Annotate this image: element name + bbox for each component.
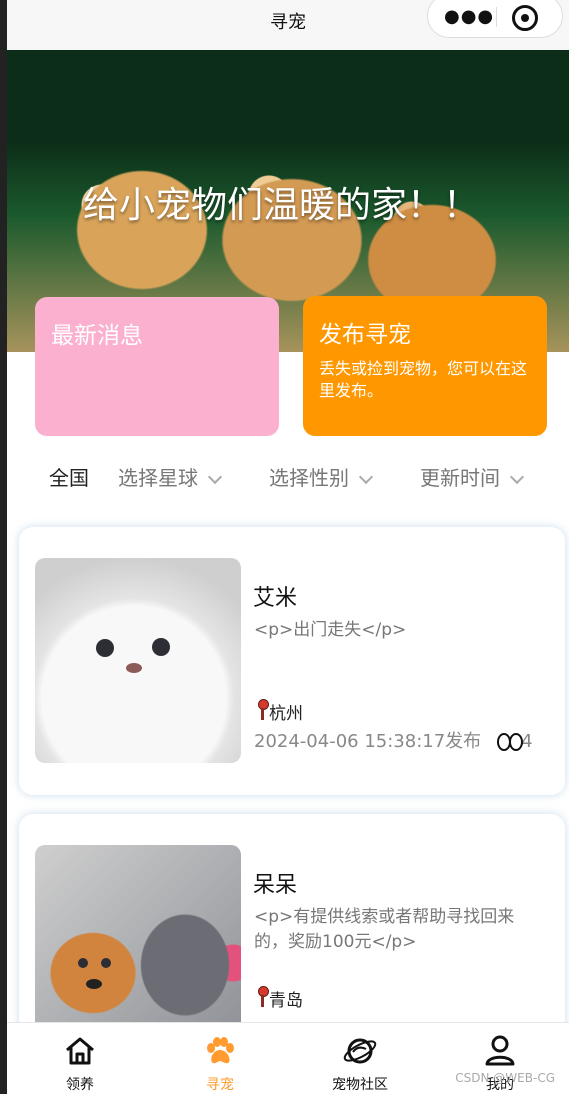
post-card-2[interactable]: 呆呆 <p>有提供线索或者帮助寻找回来的，奖励100元</p> 青岛	[19, 814, 565, 1022]
top-bar: 寻宠 ●●●	[7, 0, 569, 50]
watermark: CSDN @WEB-CG	[455, 1071, 555, 1085]
latest-news-card[interactable]: 最新消息	[35, 297, 279, 436]
chevron-down-icon	[358, 469, 374, 485]
pet-photo[interactable]	[35, 845, 241, 1022]
lost-pet-page: 寻宠 ●●● 给小宠物们温暖的家！！ 最新消息 发布寻宠 丢失或捡到宠物，您可以…	[0, 0, 569, 1094]
dog-nose	[86, 979, 102, 989]
tab-adopt-label: 领养	[66, 1077, 94, 1093]
dog-left-eye	[78, 958, 88, 968]
banner-title: 给小宠物们温暖的家！！	[83, 185, 480, 226]
dog-right-eye	[101, 958, 111, 968]
eyes-views-icon	[497, 733, 524, 751]
pet-photo[interactable]	[35, 558, 241, 763]
pet-name: 呆呆	[253, 873, 298, 898]
pet-city: 青岛	[269, 991, 303, 1011]
chevron-down-icon	[509, 469, 525, 485]
left-edge	[0, 0, 7, 1094]
tab-adopt[interactable]: 领养	[10, 1023, 150, 1094]
lost-pet-feed: 艾米 <p>出门走失</p> 杭州 2024-04-06 15:38:17发布 4…	[7, 510, 569, 1022]
cat-left-eye	[96, 639, 114, 657]
target-close-icon[interactable]	[512, 5, 538, 31]
post-card-1[interactable]: 艾米 <p>出门走失</p> 杭州 2024-04-06 15:38:17发布 4	[19, 527, 565, 795]
filter-time[interactable]: 更新时间	[420, 462, 525, 491]
cat-nose	[126, 663, 142, 673]
pet-description: <p>有提供线索或者帮助寻找回来的，奖励100元</p>	[254, 907, 515, 952]
tab-find-pet-label: 寻宠	[206, 1077, 234, 1093]
more-dots-icon[interactable]: ●●●	[444, 6, 494, 27]
publish-lost-pet-desc: 丢失或捡到宠物，您可以在这里发布。	[319, 359, 528, 400]
post-time: 2024-04-06 15:38:17发布	[254, 731, 482, 752]
filter-gender[interactable]: 选择性别	[269, 462, 374, 491]
pet-description: <p>出门走失</p>	[254, 620, 407, 640]
latest-news-title: 最新消息	[51, 323, 143, 349]
cat-right-eye	[152, 638, 170, 656]
publish-lost-pet-card[interactable]: 发布寻宠 丢失或捡到宠物，您可以在这里发布。	[303, 296, 547, 436]
post-meta: 2024-04-06 15:38:17发布 4	[254, 727, 533, 753]
user-icon	[485, 1035, 515, 1066]
filter-time-label: 更新时间	[420, 466, 500, 490]
pet-city: 杭州	[269, 704, 303, 724]
home-icon	[66, 1037, 94, 1065]
publish-lost-pet-title: 发布寻宠	[319, 322, 411, 348]
location-pin-icon	[257, 986, 269, 1007]
filter-all[interactable]: 全国	[49, 462, 89, 491]
tab-community[interactable]: 宠物社区	[290, 1023, 430, 1094]
planet-icon	[343, 1038, 377, 1064]
tab-community-label: 宠物社区	[332, 1077, 388, 1093]
filter-planet-label: 选择星球	[118, 466, 198, 490]
pet-name: 艾米	[253, 586, 298, 611]
filter-planet[interactable]: 选择星球	[118, 462, 223, 491]
filter-bar: 全国 选择星球 选择性别 更新时间	[7, 462, 569, 492]
location-pin-icon	[257, 699, 269, 720]
chevron-down-icon	[207, 469, 223, 485]
capsule-divider	[496, 7, 497, 27]
tab-find-pet[interactable]: 寻宠	[150, 1023, 290, 1094]
miniapp-capsule: ●●●	[427, 0, 563, 38]
paw-icon	[207, 1037, 234, 1064]
filter-gender-label: 选择性别	[269, 466, 349, 490]
